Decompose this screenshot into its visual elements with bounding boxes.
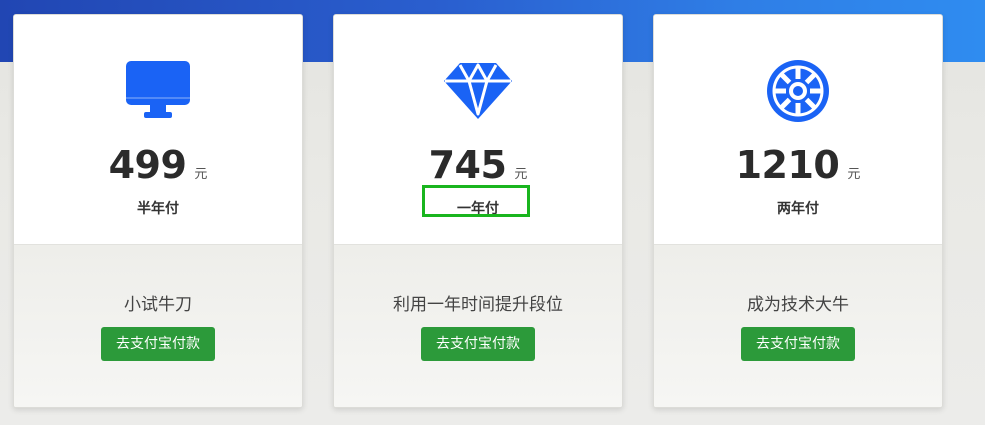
alipay-pay-button[interactable]: 去支付宝付款 bbox=[421, 327, 535, 361]
plan-card-footer bbox=[654, 244, 942, 407]
price-unit: 元 bbox=[514, 167, 528, 182]
price-value: 1210 bbox=[735, 143, 840, 187]
price-row: 1210 元 bbox=[654, 143, 942, 187]
plan-card-footer bbox=[14, 244, 302, 407]
price-unit: 元 bbox=[847, 167, 861, 182]
plan-card-header: 1210 元 两年付 bbox=[654, 15, 942, 244]
price-unit: 元 bbox=[194, 167, 208, 182]
plan-card-one-year: 745 元 一年付 利用一年时间提升段位 去支付宝付款 bbox=[333, 14, 623, 408]
billing-period: 半年付 bbox=[137, 201, 179, 217]
billing-period: 两年付 bbox=[777, 201, 819, 217]
monitor-icon bbox=[126, 61, 190, 118]
plan-tagline: 小试牛刀 bbox=[124, 295, 192, 315]
price-row: 499 元 bbox=[14, 143, 302, 187]
price-row: 745 元 bbox=[334, 143, 622, 187]
plan-card-header: 745 元 一年付 bbox=[334, 15, 622, 244]
plan-card-two-year: 1210 元 两年付 成为技术大牛 去支付宝付款 bbox=[653, 14, 943, 408]
price-value: 499 bbox=[108, 143, 187, 187]
alipay-pay-button[interactable]: 去支付宝付款 bbox=[741, 327, 855, 361]
plan-card-half-year: 499 元 半年付 小试牛刀 去支付宝付款 bbox=[13, 14, 303, 408]
diamond-icon bbox=[444, 63, 512, 119]
empire-icon bbox=[767, 60, 829, 122]
price-value: 745 bbox=[428, 143, 507, 187]
pricing-cards: 499 元 半年付 小试牛刀 去支付宝付款 745 元 一年付 利用一年时间提升段位… bbox=[0, 0, 985, 425]
plan-card-header: 499 元 半年付 bbox=[14, 15, 302, 244]
highlight-box bbox=[422, 185, 530, 217]
plan-tagline: 利用一年时间提升段位 bbox=[393, 295, 563, 315]
plan-card-footer bbox=[334, 244, 622, 407]
alipay-pay-button[interactable]: 去支付宝付款 bbox=[101, 327, 215, 361]
plan-tagline: 成为技术大牛 bbox=[747, 295, 849, 315]
